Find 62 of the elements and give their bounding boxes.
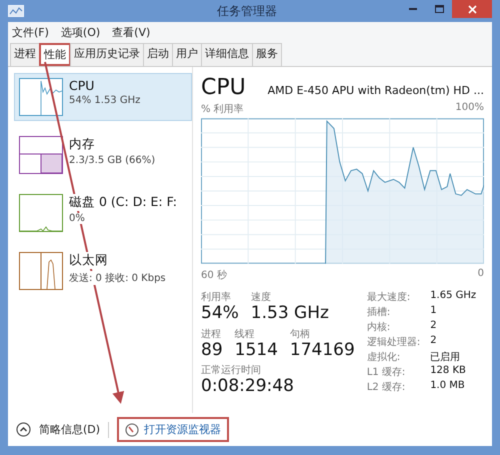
maximize-icon	[434, 5, 444, 13]
item-detail: 54% 1.53 GHz	[69, 95, 142, 106]
tab[interactable]: 启动	[143, 43, 173, 66]
spec-label: 最大速度:	[366, 290, 412, 304]
minimize-icon	[409, 8, 417, 10]
tab[interactable]: 用户	[172, 43, 202, 66]
stat-label: 正常运行时间	[201, 364, 262, 378]
stat-label: 速度	[250, 290, 272, 304]
stat-label: 线程	[234, 328, 256, 341]
fewer-details-link[interactable]: 简略信息(D)	[39, 422, 100, 437]
graph-label: % 利用率	[201, 102, 244, 116]
stat-value: 0:08:29:48	[201, 377, 294, 396]
tab[interactable]: 应用历史记录	[70, 43, 144, 66]
collapse-icon[interactable]	[16, 422, 31, 437]
spec-value: 1	[430, 305, 438, 318]
stat-value: 1.53 GHz	[250, 304, 329, 323]
graph-time-label: 60 秒	[201, 268, 227, 282]
spec-value: 已启用	[430, 350, 462, 364]
close-icon	[468, 4, 476, 14]
close-button[interactable]	[452, 0, 492, 18]
panel-title: CPU	[201, 75, 246, 100]
item-detail: 2.3/3.5 GB (66%)	[69, 155, 158, 166]
menu-item[interactable]: 查看(V)	[112, 25, 150, 40]
spec-label: L2 缓存:	[366, 380, 406, 394]
item-detail: 发送: 0 接收: 0 Kbps	[69, 271, 168, 285]
stat-value: 174169	[290, 340, 355, 360]
stat-label: 句柄	[290, 328, 311, 341]
spec-label: 虚拟化:	[366, 350, 402, 364]
stat-value: 54%	[201, 304, 239, 323]
sidebar-item[interactable]: 以太网 发送: 0 接收: 0 Kbps	[14, 247, 192, 295]
stat-value: 89	[201, 340, 223, 360]
spec-value: 2	[430, 335, 438, 348]
spec-value: 2	[430, 320, 438, 333]
tab[interactable]: 服务	[252, 43, 282, 66]
gauge-icon	[125, 422, 140, 436]
item-detail: 0%	[69, 213, 87, 224]
tab[interactable]: 详细信息	[201, 43, 253, 66]
app-icon	[8, 5, 24, 17]
spec-value: 128 KB	[430, 365, 467, 378]
stat-label: 利用率	[201, 290, 232, 304]
graph-max-label: 100%	[455, 102, 484, 115]
spec-value: 1.0 MB	[430, 380, 466, 393]
sidebar-item[interactable]: CPU 54% 1.53 GHz	[14, 73, 192, 121]
stat-value: 1514	[234, 340, 278, 360]
menu-item[interactable]: 选项(O)	[60, 25, 100, 40]
spec-label: 插槽:	[366, 306, 392, 319]
item-title: 内存	[69, 136, 97, 153]
item-title: CPU	[69, 78, 96, 93]
processor-name: AMD E-450 APU with Radeon(tm) HD ...	[268, 84, 484, 97]
tab[interactable]: 进程	[10, 43, 40, 66]
spec-label: L1 缓存:	[366, 366, 406, 379]
graph-end-label: 0	[478, 268, 484, 281]
sidebar-item[interactable]: 磁盘 0 (C: D: E: F: 0%	[14, 189, 192, 237]
resource-monitor-link[interactable]: 打开资源监视器	[117, 417, 230, 442]
stat-label: 进程	[201, 328, 222, 341]
tab[interactable]: 性能	[39, 43, 71, 66]
spec-label: 内核:	[366, 320, 392, 334]
sidebar-item[interactable]: 内存 2.3/3.5 GB (66%)	[14, 131, 192, 179]
spec-value: 1.65 GHz	[430, 290, 476, 303]
menu-item[interactable]: 文件(F)	[12, 25, 49, 40]
spec-label: 逻辑处理器:	[366, 336, 420, 349]
window-title: 任务管理器	[216, 2, 278, 20]
